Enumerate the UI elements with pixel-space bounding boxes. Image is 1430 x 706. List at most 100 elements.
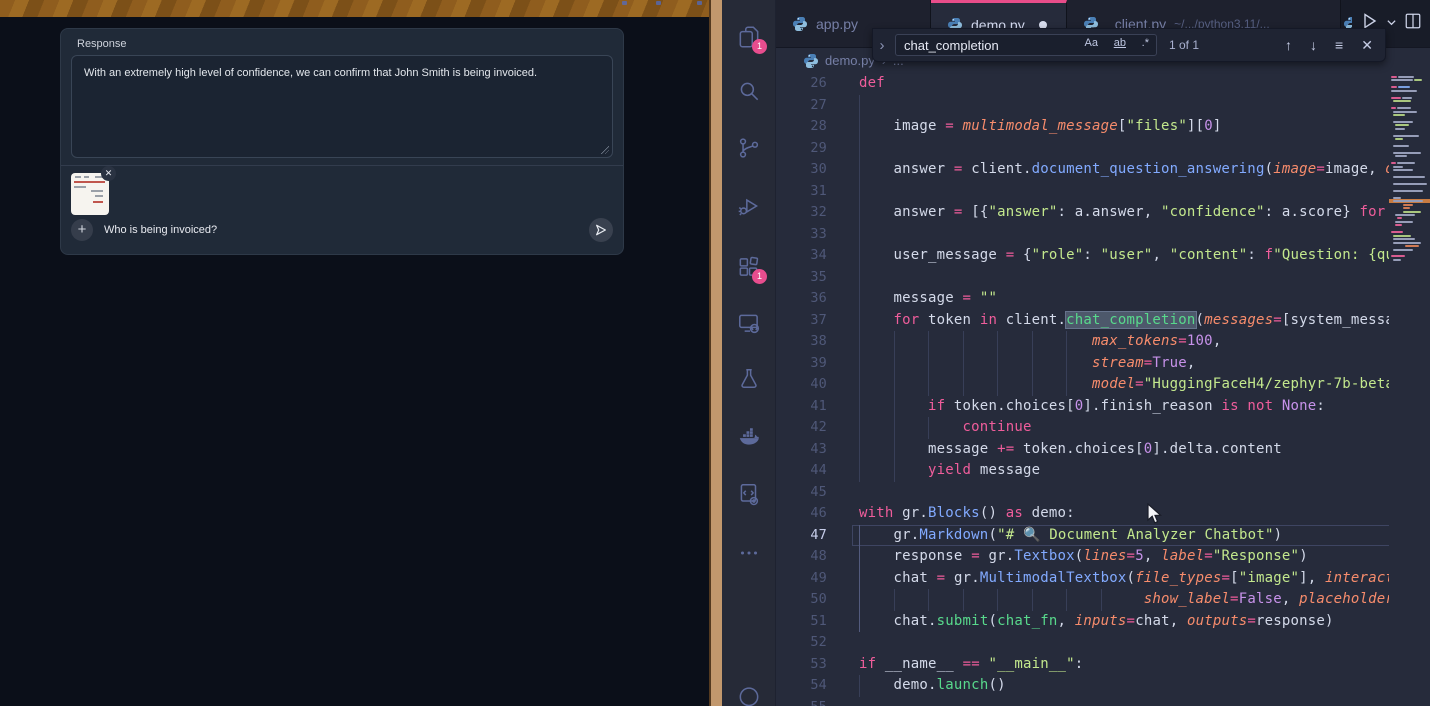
find-expand-chevron-icon[interactable]: › xyxy=(873,37,891,54)
extensions-icon[interactable]: 1 xyxy=(736,254,762,280)
code-line-55[interactable]: 55 xyxy=(776,697,1389,706)
testing-icon[interactable] xyxy=(736,366,762,392)
minimap-line xyxy=(1391,86,1397,88)
thumb-mark xyxy=(74,186,86,188)
screen: Response With an extremely high level of… xyxy=(0,0,1430,706)
code-line-33[interactable]: 33 xyxy=(776,224,1389,246)
explorer-icon[interactable]: 1 xyxy=(736,24,762,50)
minimap-line xyxy=(1403,207,1410,209)
response-textbox[interactable]: With an extremely high level of confiden… xyxy=(71,55,613,158)
code-line-34[interactable]: 34 user_message = {"role": "user", "cont… xyxy=(776,245,1389,267)
line-number: 46 xyxy=(776,503,852,525)
regex-toggle[interactable]: .* xyxy=(1142,37,1149,49)
indent-guide xyxy=(859,138,860,160)
thumb-mark xyxy=(84,176,89,178)
minimap-line xyxy=(1393,197,1401,199)
code-line-41[interactable]: 41 if token.choices[0].finish_reason is … xyxy=(776,396,1389,418)
code-line-45[interactable]: 45 xyxy=(776,482,1389,504)
code-text: stream=True, xyxy=(859,353,1196,375)
minimap-line xyxy=(1393,200,1423,202)
minimap-line xyxy=(1405,245,1419,247)
code-line-47[interactable]: 47 gr.Markdown("# 🔍 Document Analyzer Ch… xyxy=(776,525,1389,547)
match-case-toggle[interactable]: Aa xyxy=(1085,37,1098,49)
minimap-line xyxy=(1393,235,1411,237)
chat-input-text[interactable]: Who is being invoiced? xyxy=(104,224,217,236)
code-line-43[interactable]: 43 message += token.choices[0].delta.con… xyxy=(776,439,1389,461)
minimap-line xyxy=(1403,211,1421,213)
minimap-line xyxy=(1393,249,1413,251)
line-number: 28 xyxy=(776,116,852,138)
minimap-line xyxy=(1391,90,1417,92)
code-line-32[interactable]: 32 answer = [{"answer": a.answer, "confi… xyxy=(776,202,1389,224)
code-line-52[interactable]: 52 xyxy=(776,632,1389,654)
containers-config-icon[interactable] xyxy=(736,481,762,507)
code-line-53[interactable]: 53if __name__ == "__main__": xyxy=(776,654,1389,676)
remote-explorer-icon[interactable] xyxy=(736,310,762,336)
code-line-54[interactable]: 54 demo.launch() xyxy=(776,675,1389,697)
code-editor[interactable]: 26def2728 image = multimodal_message["fi… xyxy=(776,73,1430,706)
minimap-line xyxy=(1393,114,1405,116)
line-number: 54 xyxy=(776,675,852,697)
add-file-button[interactable]: + xyxy=(71,219,93,241)
code-line-42[interactable]: 42 continue xyxy=(776,417,1389,439)
code-line-27[interactable]: 27 xyxy=(776,95,1389,117)
minimap-line xyxy=(1402,97,1412,99)
docker-icon[interactable] xyxy=(736,424,762,450)
gradio-panel: Response With an extremely high level of… xyxy=(60,28,624,255)
minimap-line xyxy=(1391,107,1396,109)
line-number: 52 xyxy=(776,632,852,654)
find-previous-button[interactable]: ↑ xyxy=(1285,37,1292,53)
code-line-31[interactable]: 31 xyxy=(776,181,1389,203)
line-number: 27 xyxy=(776,95,852,117)
code-line-28[interactable]: 28 image = multimodal_message["files"][0… xyxy=(776,116,1389,138)
indent-guide xyxy=(859,267,860,289)
code-text: def xyxy=(859,73,885,95)
editor-group: app.pydemo.py_client.py~/.../python3.11/… xyxy=(776,0,1430,706)
code-line-35[interactable]: 35 xyxy=(776,267,1389,289)
find-in-selection-button[interactable]: ≡ xyxy=(1335,37,1343,53)
minimap-line xyxy=(1391,97,1401,99)
minimap-line xyxy=(1403,204,1413,206)
breadcrumb-file[interactable]: demo.py xyxy=(825,53,875,68)
split-editor-button[interactable] xyxy=(1404,12,1422,35)
minimap-line xyxy=(1393,145,1409,147)
minimap[interactable] xyxy=(1389,73,1430,706)
code-line-26[interactable]: 26def xyxy=(776,73,1389,95)
more-actions-icon[interactable] xyxy=(736,540,762,566)
line-number: 33 xyxy=(776,224,852,246)
code-text: continue xyxy=(859,417,1032,439)
code-line-30[interactable]: 30 answer = client.document_question_ans… xyxy=(776,159,1389,181)
code-line-39[interactable]: 39 stream=True, xyxy=(776,353,1389,375)
python-file-icon xyxy=(792,16,808,32)
find-next-button[interactable]: ↓ xyxy=(1310,37,1317,53)
code-line-37[interactable]: 37 for token in client.chat_completion(m… xyxy=(776,310,1389,332)
code-line-38[interactable]: 38 max_tokens=100, xyxy=(776,331,1389,353)
run-dropdown-chevron-icon[interactable] xyxy=(1386,15,1397,33)
line-number: 49 xyxy=(776,568,852,590)
source-control-icon[interactable] xyxy=(736,135,762,161)
code-line-40[interactable]: 40 model="HuggingFaceH4/zephyr-7b-beta xyxy=(776,374,1389,396)
resize-handle[interactable] xyxy=(601,146,609,154)
search-icon[interactable] xyxy=(736,78,762,104)
code-line-36[interactable]: 36 message = "" xyxy=(776,288,1389,310)
line-number: 30 xyxy=(776,159,852,181)
run-debug-icon[interactable] xyxy=(736,193,762,219)
remove-attachment-button[interactable]: ✕ xyxy=(101,166,116,181)
code-line-49[interactable]: 49 chat = gr.MultimodalTextbox(file_type… xyxy=(776,568,1389,590)
code-line-44[interactable]: 44 yield message xyxy=(776,460,1389,482)
code-line-51[interactable]: 51 chat.submit(chat_fn, inputs=chat, out… xyxy=(776,611,1389,633)
code-line-50[interactable]: 50 show_label=False, placeholder= xyxy=(776,589,1389,611)
line-number: 35 xyxy=(776,267,852,289)
find-input[interactable] xyxy=(896,35,1084,55)
whole-word-toggle[interactable]: ab xyxy=(1114,37,1126,49)
find-close-button[interactable]: ✕ xyxy=(1361,37,1373,54)
code-line-29[interactable]: 29 xyxy=(776,138,1389,160)
minimap-line xyxy=(1391,255,1405,257)
mouse-cursor xyxy=(1147,503,1163,525)
attachment-thumbnail[interactable]: ✕ xyxy=(71,173,109,215)
account-icon[interactable] xyxy=(736,686,762,706)
send-button[interactable] xyxy=(589,218,613,242)
code-line-48[interactable]: 48 response = gr.Textbox(lines=5, label=… xyxy=(776,546,1389,568)
code-line-46[interactable]: 46with gr.Blocks() as demo: xyxy=(776,503,1389,525)
minimap-line xyxy=(1395,155,1407,157)
